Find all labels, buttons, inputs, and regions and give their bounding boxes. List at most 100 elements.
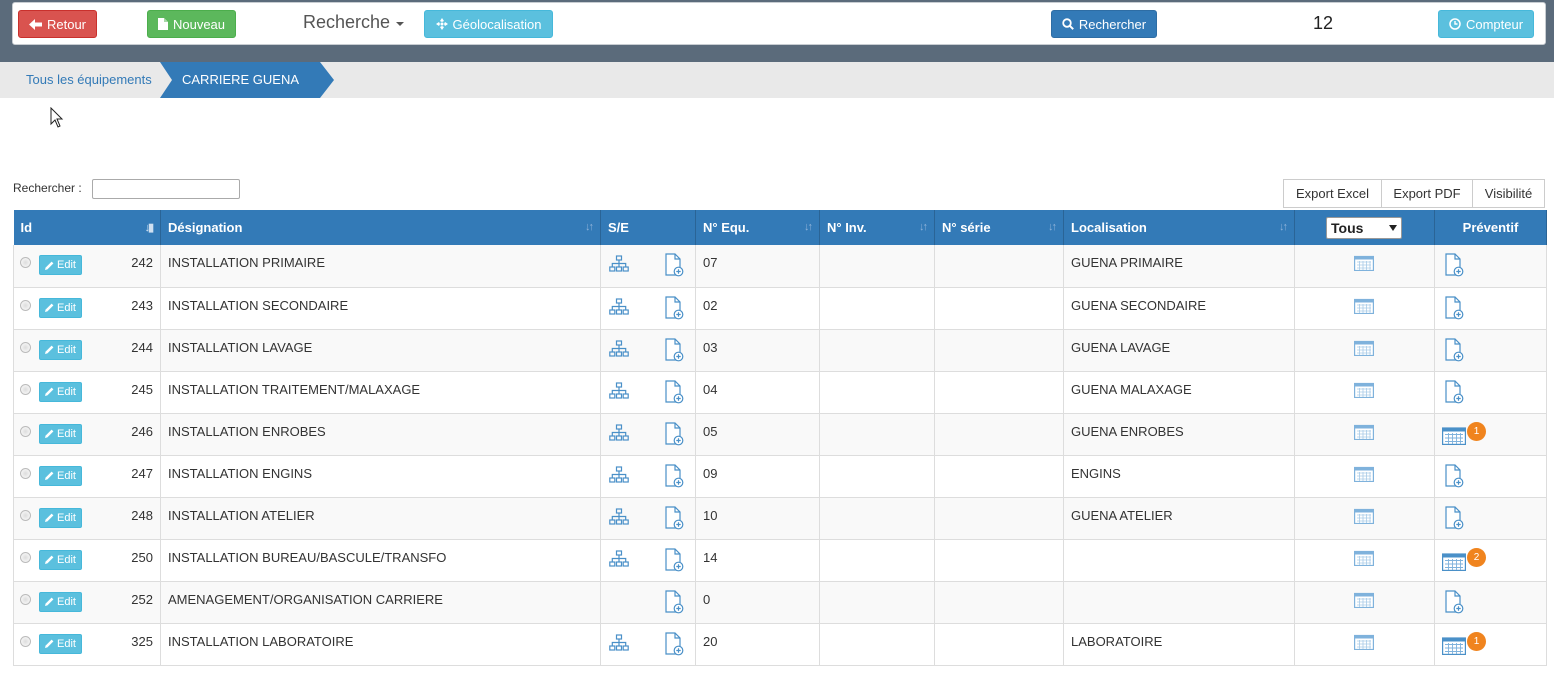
hierarchy-icon[interactable] bbox=[609, 339, 629, 358]
row-select-radio[interactable] bbox=[20, 635, 31, 647]
calendar-icon[interactable] bbox=[1354, 634, 1374, 650]
row-id: 325 bbox=[131, 633, 153, 649]
breadcrumb-current[interactable]: CARRIERE GUENA bbox=[160, 62, 335, 98]
cell-calendar bbox=[1294, 245, 1435, 288]
hierarchy-icon[interactable] bbox=[609, 423, 629, 442]
add-document-icon[interactable] bbox=[1445, 505, 1464, 530]
cell-id: Edit 243 bbox=[13, 287, 161, 330]
calendar-icon[interactable] bbox=[1354, 382, 1374, 398]
calendar-icon[interactable] bbox=[1354, 255, 1374, 271]
table-row[interactable]: Edit 244 INSTALLATION LAVAGE 03 GUENA LA… bbox=[13, 329, 1547, 372]
table-row[interactable]: Edit 325 INSTALLATION LABORATOIRE 20 LAB… bbox=[13, 623, 1547, 666]
add-document-icon[interactable] bbox=[1445, 295, 1464, 320]
table-row[interactable]: Edit 248 INSTALLATION ATELIER 10 GUENA A… bbox=[13, 497, 1547, 540]
calendar-icon[interactable] bbox=[1442, 636, 1466, 655]
add-document-icon[interactable] bbox=[665, 379, 684, 404]
table-row[interactable]: Edit 252 AMENAGEMENT/ORGANISATION CARRIE… bbox=[13, 581, 1547, 624]
row-select-radio[interactable] bbox=[20, 341, 31, 353]
add-document-icon[interactable] bbox=[665, 421, 684, 446]
row-select-radio[interactable] bbox=[20, 383, 31, 395]
add-document-icon[interactable] bbox=[1445, 337, 1464, 362]
add-document-icon[interactable] bbox=[665, 337, 684, 362]
row-select-radio[interactable] bbox=[20, 425, 31, 437]
export-pdf-button[interactable]: Export PDF bbox=[1381, 179, 1473, 208]
add-document-icon[interactable] bbox=[1445, 463, 1464, 488]
column-header-n-equ-label: N° Equ. bbox=[703, 220, 750, 235]
edit-button[interactable]: Edit bbox=[39, 465, 82, 486]
column-header-designation[interactable]: Désignation ↓↑ bbox=[160, 210, 601, 245]
row-id: 247 bbox=[131, 465, 153, 481]
add-document-icon[interactable] bbox=[665, 589, 684, 614]
table-search-input[interactable] bbox=[92, 179, 240, 199]
table-row[interactable]: Edit 246 INSTALLATION ENROBES 05 GUENA E… bbox=[13, 413, 1547, 456]
row-designation: INSTALLATION ENGINS bbox=[168, 465, 312, 481]
calendar-icon[interactable] bbox=[1354, 592, 1374, 608]
counter-button[interactable]: Compteur bbox=[1438, 10, 1534, 38]
row-select-radio[interactable] bbox=[20, 551, 31, 563]
hierarchy-icon[interactable] bbox=[609, 465, 629, 484]
hierarchy-icon[interactable] bbox=[609, 633, 629, 652]
row-designation: INSTALLATION ENROBES bbox=[168, 423, 326, 439]
hierarchy-icon[interactable] bbox=[609, 507, 629, 526]
edit-button[interactable]: Edit bbox=[39, 381, 82, 402]
row-select-radio[interactable] bbox=[20, 593, 31, 605]
calendar-icon[interactable] bbox=[1442, 552, 1466, 571]
edit-button[interactable]: Edit bbox=[39, 297, 82, 318]
calendar-icon[interactable] bbox=[1354, 508, 1374, 524]
table-row[interactable]: Edit 243 INSTALLATION SECONDAIRE 02 GUEN… bbox=[13, 287, 1547, 330]
table-row[interactable]: Edit 247 INSTALLATION ENGINS 09 ENGINS bbox=[13, 455, 1547, 498]
column-header-id[interactable]: Id ↓▮ bbox=[13, 210, 161, 245]
edit-button[interactable]: Edit bbox=[39, 255, 82, 275]
add-document-icon[interactable] bbox=[1445, 253, 1464, 277]
row-localisation: GUENA SECONDAIRE bbox=[1071, 297, 1207, 313]
breadcrumb-all-equipments[interactable]: Tous les équipements bbox=[26, 72, 152, 87]
geolocation-button[interactable]: Géolocalisation bbox=[424, 10, 553, 38]
back-button[interactable]: Retour bbox=[18, 10, 97, 38]
hierarchy-icon[interactable] bbox=[609, 297, 629, 316]
search-button[interactable]: Rechercher bbox=[1051, 10, 1157, 38]
calendar-icon[interactable] bbox=[1354, 466, 1374, 482]
hierarchy-icon[interactable] bbox=[609, 255, 629, 273]
table-row[interactable]: Edit 242 INSTALLATION PRIMAIRE 07 GUENA … bbox=[13, 245, 1547, 288]
add-document-icon[interactable] bbox=[665, 505, 684, 530]
table-row[interactable]: Edit 245 INSTALLATION TRAITEMENT/MALAXAG… bbox=[13, 371, 1547, 414]
export-excel-button[interactable]: Export Excel bbox=[1283, 179, 1382, 208]
row-select-radio[interactable] bbox=[20, 299, 31, 311]
add-document-icon[interactable] bbox=[665, 295, 684, 320]
row-localisation: GUENA ATELIER bbox=[1071, 507, 1173, 523]
column-header-n-serie[interactable]: N° série ↓↑ bbox=[934, 210, 1064, 245]
add-document-icon[interactable] bbox=[665, 463, 684, 488]
add-document-icon[interactable] bbox=[665, 631, 684, 656]
column-header-localisation[interactable]: Localisation ↓↑ bbox=[1063, 210, 1295, 245]
search-menu-dropdown[interactable]: Recherche bbox=[303, 12, 405, 33]
calendar-icon[interactable] bbox=[1354, 550, 1374, 566]
row-select-radio[interactable] bbox=[20, 467, 31, 479]
edit-button[interactable]: Edit bbox=[39, 591, 82, 612]
edit-button[interactable]: Edit bbox=[39, 549, 82, 570]
cell-localisation: GUENA PRIMAIRE bbox=[1063, 245, 1295, 288]
pencil-icon bbox=[45, 387, 54, 396]
hierarchy-icon[interactable] bbox=[609, 381, 629, 400]
edit-button[interactable]: Edit bbox=[39, 507, 82, 528]
row-select-radio[interactable] bbox=[20, 257, 31, 268]
add-document-icon[interactable] bbox=[1445, 589, 1464, 614]
calendar-icon[interactable] bbox=[1354, 340, 1374, 356]
edit-button[interactable]: Edit bbox=[39, 339, 82, 360]
calendar-icon[interactable] bbox=[1354, 298, 1374, 314]
new-button[interactable]: Nouveau bbox=[147, 10, 236, 38]
edit-button[interactable]: Edit bbox=[39, 423, 82, 444]
edit-button[interactable]: Edit bbox=[39, 633, 82, 654]
column-header-n-equ[interactable]: N° Equ. ↓↑ bbox=[695, 210, 820, 245]
add-document-icon[interactable] bbox=[665, 547, 684, 572]
hierarchy-icon[interactable] bbox=[609, 549, 629, 568]
status-filter-select[interactable]: Tous bbox=[1326, 217, 1402, 239]
calendar-icon[interactable] bbox=[1354, 424, 1374, 440]
add-document-icon[interactable] bbox=[665, 253, 684, 277]
table-row[interactable]: Edit 250 INSTALLATION BUREAU/BASCULE/TRA… bbox=[13, 539, 1547, 582]
visibility-button[interactable]: Visibilité bbox=[1472, 179, 1545, 208]
row-select-radio[interactable] bbox=[20, 509, 31, 521]
column-header-n-inv[interactable]: N° Inv. ↓↑ bbox=[819, 210, 935, 245]
cell-n-serie bbox=[934, 539, 1064, 582]
calendar-icon[interactable] bbox=[1442, 426, 1466, 445]
add-document-icon[interactable] bbox=[1445, 379, 1464, 404]
